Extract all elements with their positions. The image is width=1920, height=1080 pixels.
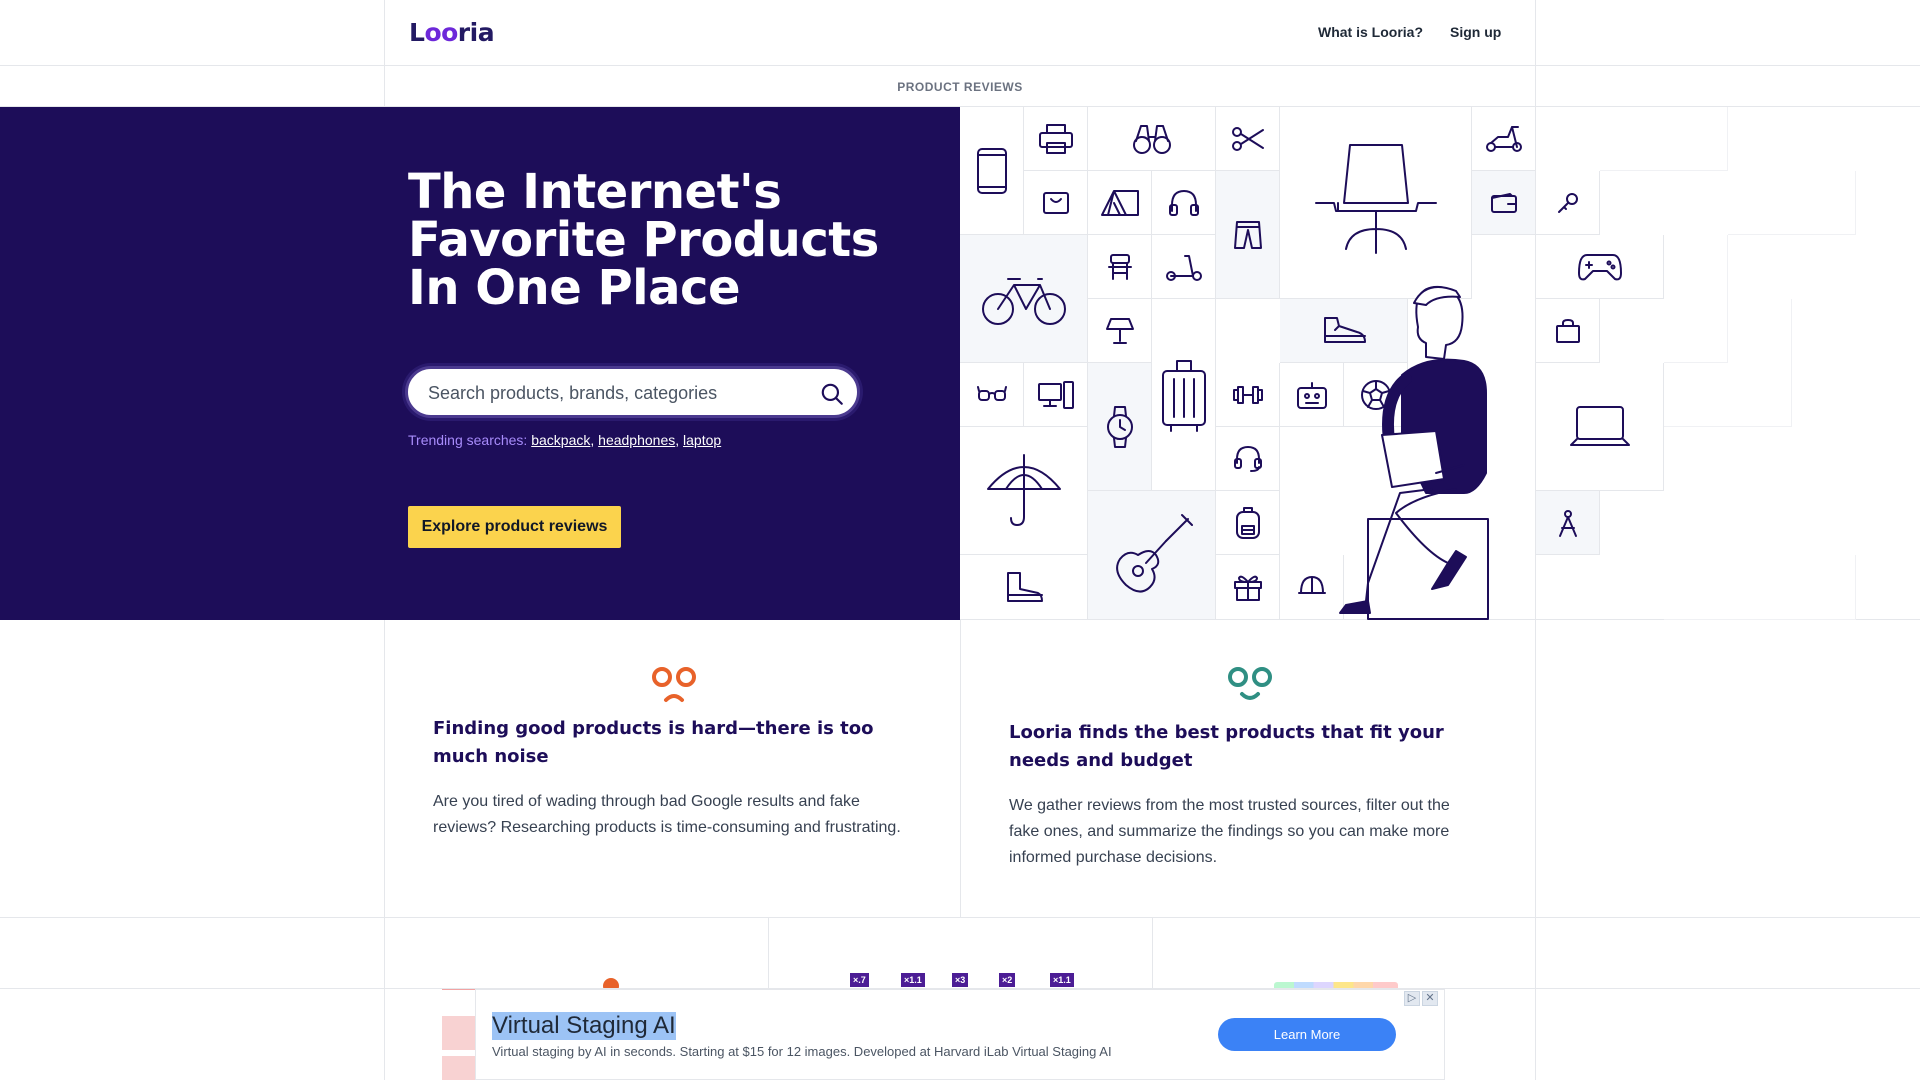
ad-banner[interactable]: Virtual Staging AI Virtual staging by AI… [475, 989, 1445, 1080]
glasses-icon [960, 363, 1024, 427]
feature-title: Finding good products is hard—there is t… [433, 718, 874, 767]
empty-cell [1664, 235, 1728, 363]
search-icon[interactable] [819, 381, 845, 407]
multiplier-badge: ×.7 [850, 973, 869, 987]
feature-body: Are you tired of wading through bad Goog… [433, 793, 901, 836]
scissors-icon [1216, 107, 1280, 171]
computer-icon [1024, 363, 1088, 427]
shopping-bag-icon [1536, 299, 1600, 363]
wallet-icon [1472, 171, 1536, 235]
looria-logo[interactable]: Looria [409, 18, 495, 47]
sad-face-icon [652, 667, 696, 702]
scooter-icon [1152, 235, 1216, 299]
feature-title: Looria finds the best products that fit … [1009, 722, 1444, 771]
trending-link[interactable]: headphones [598, 432, 675, 448]
multiplier-badge: ×3 [952, 973, 969, 987]
headset-icon [1216, 427, 1280, 491]
feature-body: We gather reviews from the most trusted … [1009, 797, 1450, 866]
suitcase-icon [1152, 299, 1216, 491]
multiplier-badge: ×2 [999, 973, 1016, 987]
nav-what-is-looria[interactable]: What is Looria? [1318, 24, 1423, 40]
trending-searches: Trending searches: backpack, headphones,… [408, 432, 722, 448]
page: Looria What is Looria? Sign up PRODUCT R… [0, 0, 1920, 1080]
search-box [405, 366, 860, 418]
ad-learn-more-button[interactable]: Learn More [1218, 1018, 1396, 1051]
ad-info-icon[interactable]: ▷ [1404, 991, 1420, 1006]
backpack-icon [1216, 491, 1280, 555]
empty-cell [1600, 107, 1728, 171]
headphones-icon [1152, 171, 1216, 235]
feature-problem: Finding good products is hard—there is t… [384, 620, 960, 917]
laptop-icon [1536, 363, 1664, 491]
umbrella-icon [960, 427, 1088, 555]
gamepad-icon [1536, 235, 1664, 299]
person-laptop-illustration [1339, 285, 1489, 620]
ad-description: Virtual staging by AI in seconds. Starti… [492, 1044, 1112, 1059]
empty-cell [1664, 363, 1792, 427]
trending-link[interactable]: laptop [683, 432, 721, 448]
explore-reviews-button[interactable]: Explore product reviews [408, 506, 621, 548]
bicycle-icon [960, 235, 1088, 363]
feature-solution: Looria finds the best products that fit … [960, 620, 1536, 917]
gift-icon [1216, 555, 1280, 620]
compass-icon [1536, 491, 1600, 555]
printer-icon [1024, 107, 1088, 171]
multiplier-badge: ×1.1 [1050, 973, 1074, 987]
trending-link[interactable]: backpack [531, 432, 590, 448]
boot-icon [960, 555, 1088, 620]
watch-icon [1088, 363, 1152, 491]
bag-icon [1024, 171, 1088, 235]
nav-sign-up[interactable]: Sign up [1450, 24, 1501, 40]
multiplier-badge: ×1.1 [901, 973, 925, 987]
moped-icon [1472, 107, 1536, 171]
office-chair-icon [1280, 107, 1472, 299]
dumbbell-icon [1216, 363, 1280, 427]
robot-icon [1280, 363, 1344, 427]
subbar-label[interactable]: PRODUCT REVIEWS [0, 80, 1920, 94]
microphone-icon [1536, 171, 1600, 235]
happy-face-icon [1228, 667, 1272, 700]
pants-icon [1216, 171, 1280, 299]
cap-icon [1280, 555, 1344, 620]
lamp-icon [1088, 299, 1152, 363]
binoculars-icon [1088, 107, 1216, 171]
ad-title[interactable]: Virtual Staging AI [492, 1012, 676, 1040]
top-header: Looria What is Looria? Sign up [0, 0, 1920, 66]
tent-icon [1088, 171, 1152, 235]
empty-cell [1664, 555, 1856, 620]
chair-icon [1088, 235, 1152, 299]
guitar-icon [1088, 491, 1216, 620]
section-subbar: PRODUCT REVIEWS [0, 66, 1920, 107]
empty-cell [1728, 171, 1856, 235]
search-input[interactable] [428, 381, 808, 405]
trending-label: Trending searches: [408, 432, 528, 448]
phone-icon [960, 107, 1024, 235]
ad-close-icon[interactable]: ✕ [1422, 991, 1438, 1006]
hero-title: The Internet's Favorite Products In One … [408, 164, 879, 316]
divider [0, 917, 1920, 918]
product-icon-grid [960, 107, 1920, 620]
